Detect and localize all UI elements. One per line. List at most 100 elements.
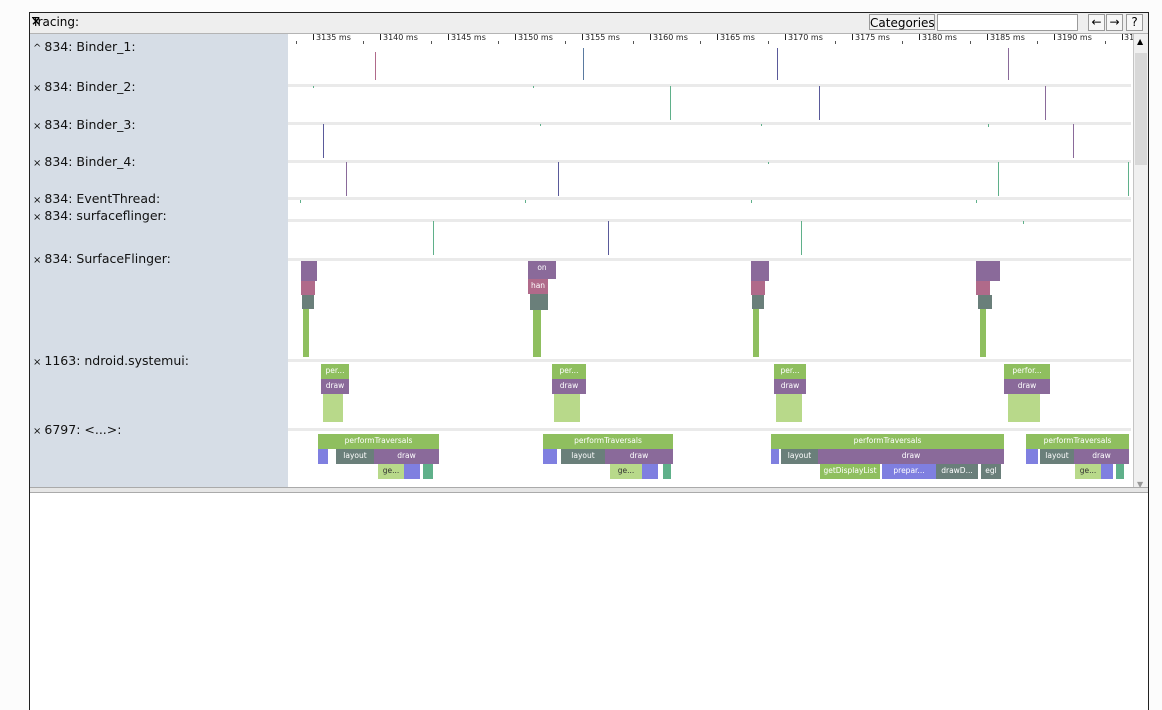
binder-slice[interactable] — [346, 162, 347, 196]
app-slice[interactable] — [318, 449, 328, 464]
sf-stack-slice[interactable] — [303, 309, 309, 357]
collapse-icon[interactable]: × — [33, 212, 41, 223]
sf-stack-slice[interactable] — [751, 281, 765, 295]
app-slice[interactable] — [663, 464, 671, 479]
sf-stack-slice[interactable] — [301, 261, 317, 281]
scrollbar-thumb[interactable] — [1135, 53, 1147, 165]
app-slice[interactable]: layout — [561, 449, 605, 464]
binder-slice[interactable] — [768, 162, 769, 164]
track-label[interactable]: × 834: Binder_4: — [33, 154, 136, 169]
systemui-slice[interactable]: draw — [321, 379, 349, 394]
systemui-slice[interactable]: per... — [552, 364, 586, 379]
app-slice[interactable]: prepar... — [882, 464, 936, 479]
sf-slice[interactable] — [1023, 221, 1024, 224]
track-label[interactable]: × 834: surfaceflinger: — [33, 208, 167, 223]
search-input[interactable] — [937, 14, 1078, 31]
binder-slice[interactable] — [1128, 162, 1129, 196]
app-slice[interactable] — [1101, 464, 1113, 479]
app-slice[interactable]: performTraversals — [771, 434, 1004, 449]
binder-slice[interactable] — [323, 124, 324, 158]
binder-slice[interactable] — [670, 86, 671, 120]
app-slice[interactable] — [423, 464, 433, 479]
systemui-slice[interactable]: draw — [552, 379, 586, 394]
systemui-slice[interactable]: perfor... — [1004, 364, 1050, 379]
binder-slice[interactable] — [533, 86, 534, 88]
collapse-icon[interactable]: × — [33, 255, 41, 266]
app-slice[interactable] — [642, 464, 658, 479]
app-slice[interactable]: ge... — [378, 464, 404, 479]
sf-stack-slice[interactable] — [533, 310, 541, 357]
track-label[interactable]: × 6797: <...>: — [33, 422, 121, 437]
scroll-up-icon[interactable]: ▲ — [1137, 37, 1143, 46]
binder-slice[interactable] — [583, 48, 584, 80]
app-slice[interactable]: draw — [818, 449, 1004, 464]
app-slice[interactable]: performTraversals — [318, 434, 439, 449]
collapse-icon[interactable]: ^ — [33, 43, 41, 54]
app-slice[interactable]: ge... — [610, 464, 642, 479]
next-button[interactable]: → — [1106, 14, 1123, 31]
sf-stack-slice[interactable] — [302, 295, 314, 309]
event-slice[interactable] — [525, 200, 526, 203]
binder-slice[interactable] — [761, 124, 762, 126]
app-slice[interactable] — [1026, 449, 1038, 464]
systemui-slice[interactable]: draw — [774, 379, 806, 394]
binder-slice[interactable] — [558, 162, 559, 196]
collapse-icon[interactable]: × — [33, 195, 41, 206]
app-slice[interactable] — [404, 464, 420, 479]
sf-stack-slice[interactable] — [751, 261, 769, 281]
app-slice[interactable] — [1116, 464, 1124, 479]
sf-stack-slice[interactable] — [980, 309, 986, 357]
app-slice[interactable]: layout — [1040, 449, 1074, 464]
track-label[interactable]: × 834: SurfaceFlinger: — [33, 251, 171, 266]
collapse-icon[interactable]: × — [33, 357, 41, 368]
systemui-slice[interactable] — [776, 394, 802, 422]
sf-slice[interactable] — [801, 221, 802, 255]
event-slice[interactable] — [300, 200, 301, 203]
sf-stack-slice[interactable] — [976, 261, 1000, 281]
track-label[interactable]: ^ 834: Binder_1: — [33, 39, 136, 54]
binder-slice[interactable] — [1045, 86, 1046, 120]
event-slice[interactable] — [751, 200, 752, 203]
timeline-tracks[interactable]: on han per... draw per... draw per... dr… — [288, 46, 1131, 487]
sf-slice[interactable] — [433, 221, 434, 255]
binder-slice[interactable] — [777, 48, 778, 80]
systemui-slice[interactable]: per... — [774, 364, 806, 379]
app-slice[interactable]: egl — [981, 464, 1001, 479]
track-label[interactable]: × 1163: ndroid.systemui: — [33, 353, 189, 368]
sf-slice[interactable] — [608, 221, 609, 255]
app-slice[interactable] — [771, 449, 779, 464]
app-slice[interactable]: draw — [605, 449, 673, 464]
app-slice[interactable]: drawD... — [936, 464, 978, 479]
systemui-slice[interactable] — [323, 394, 343, 422]
categories-button[interactable]: Categories — [869, 14, 935, 30]
track-label[interactable]: × 834: EventThread: — [33, 191, 160, 206]
sf-stack-slice[interactable] — [530, 294, 548, 310]
app-slice[interactable]: draw — [1074, 449, 1129, 464]
app-slice[interactable]: ge... — [1075, 464, 1101, 479]
app-slice[interactable]: performTraversals — [1026, 434, 1129, 449]
binder-slice[interactable] — [313, 86, 314, 88]
binder-slice[interactable] — [1008, 48, 1009, 80]
track-label[interactable]: × 834: Binder_2: — [33, 79, 136, 94]
time-ruler[interactable]: 3135 ms 3140 ms 3145 ms 3150 ms 3155 ms … — [288, 34, 1133, 46]
app-slice[interactable]: layout — [336, 449, 374, 464]
sf-stack-slice[interactable]: han — [528, 279, 548, 294]
sf-stack-slice[interactable] — [753, 309, 759, 357]
sf-stack-slice[interactable] — [978, 295, 992, 309]
previous-button[interactable]: ← — [1088, 14, 1105, 31]
collapse-icon[interactable]: × — [33, 121, 41, 132]
track-label[interactable]: × 834: Binder_3: — [33, 117, 136, 132]
binder-slice[interactable] — [998, 162, 999, 196]
binder-slice[interactable] — [819, 86, 820, 120]
collapse-icon[interactable]: × — [33, 83, 41, 94]
binder-slice[interactable] — [988, 124, 989, 127]
vertical-scrollbar[interactable]: ▲ ▼ — [1133, 34, 1148, 489]
systemui-slice[interactable]: draw — [1004, 379, 1050, 394]
systemui-slice[interactable]: per... — [321, 364, 349, 379]
sf-stack-slice[interactable]: on — [528, 261, 556, 279]
binder-slice[interactable] — [540, 124, 541, 126]
systemui-slice[interactable] — [1008, 394, 1040, 422]
binder-slice[interactable] — [375, 52, 376, 80]
event-slice[interactable] — [976, 200, 977, 203]
binder-slice[interactable] — [1073, 124, 1074, 158]
